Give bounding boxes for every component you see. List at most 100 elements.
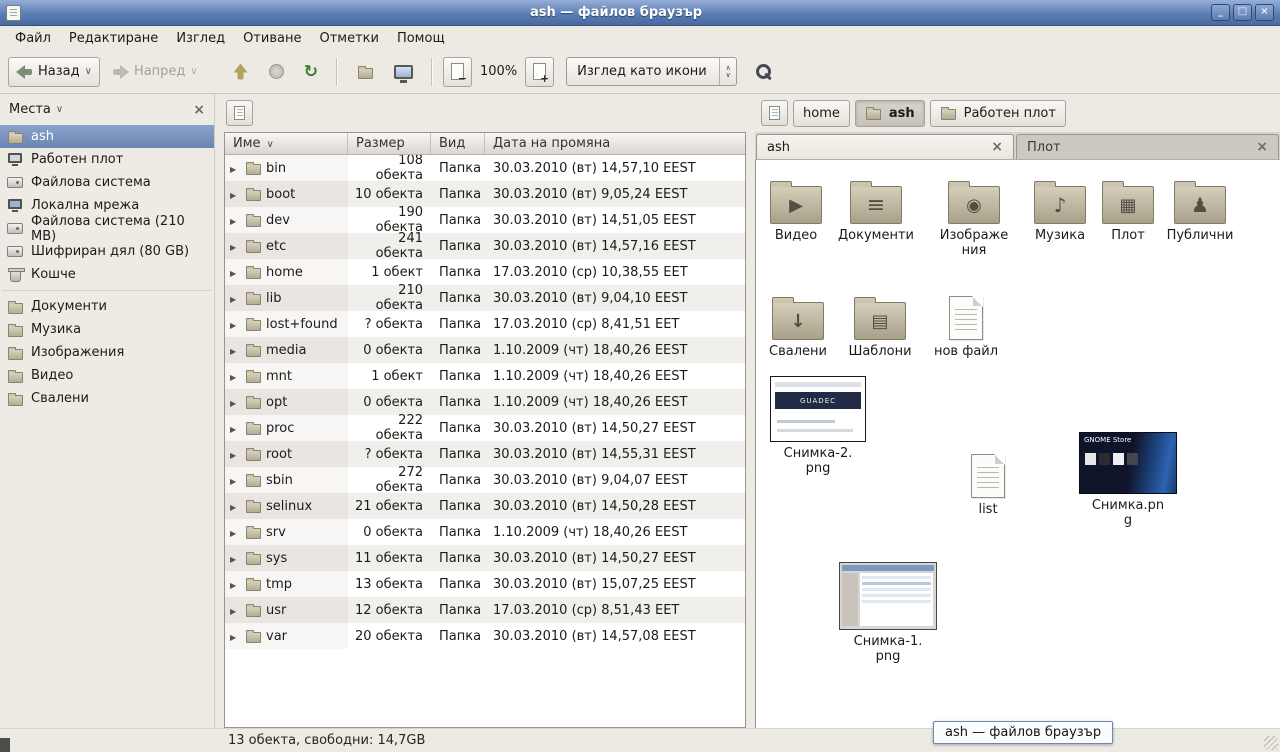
expander-icon[interactable] bbox=[230, 395, 240, 410]
sidebar-item-music[interactable]: Музика bbox=[0, 318, 214, 341]
grid-item-videos[interactable]: Видео bbox=[756, 172, 836, 243]
grid-item-templates[interactable]: Шаблони bbox=[840, 288, 920, 359]
zoom-in-button[interactable] bbox=[525, 57, 554, 87]
grid-item-public[interactable]: Публични bbox=[1160, 172, 1240, 243]
tab-plot[interactable]: Плот bbox=[1016, 134, 1279, 159]
sidebar-item-desktop[interactable]: Работен плот bbox=[0, 148, 214, 171]
table-row[interactable]: root ? обекта Папка 30.03.2010 (вт) 14,5… bbox=[225, 441, 745, 467]
expander-icon[interactable] bbox=[230, 473, 240, 488]
column-header-date[interactable]: Дата на промяна bbox=[485, 133, 745, 154]
tab-close-icon[interactable] bbox=[991, 141, 1003, 153]
expander-icon[interactable] bbox=[230, 317, 240, 332]
table-row[interactable]: bin 108 обекта Папка 30.03.2010 (вт) 14,… bbox=[225, 155, 745, 181]
expander-icon[interactable] bbox=[230, 291, 240, 306]
home-button[interactable] bbox=[348, 57, 382, 87]
sidebar-item-ash[interactable]: ash bbox=[0, 125, 214, 148]
expander-icon[interactable] bbox=[230, 421, 240, 436]
tab-close-icon[interactable] bbox=[1256, 141, 1268, 153]
sidebar-title[interactable]: Места bbox=[9, 102, 51, 117]
reload-button[interactable] bbox=[296, 57, 326, 87]
table-row[interactable]: media 0 обекта Папка 1.10.2009 (чт) 18,4… bbox=[225, 337, 745, 363]
expander-icon[interactable] bbox=[230, 343, 240, 358]
menu-view[interactable]: Изглед bbox=[167, 28, 234, 49]
view-mode-select[interactable]: Изглед като икони bbox=[566, 57, 737, 86]
table-row[interactable]: selinux 21 обекта Папка 30.03.2010 (вт) … bbox=[225, 493, 745, 519]
column-header-size[interactable]: Размер bbox=[348, 133, 431, 154]
table-row[interactable]: dev 190 обекта Папка 30.03.2010 (вт) 14,… bbox=[225, 207, 745, 233]
expander-icon[interactable] bbox=[230, 239, 240, 254]
sidebar-item-encrypted-80gb[interactable]: Шифриран дял (80 GB) bbox=[0, 240, 214, 263]
grid-item-downloads[interactable]: Свалени bbox=[758, 288, 838, 359]
grid-item-list[interactable]: list bbox=[948, 446, 1028, 517]
table-row[interactable]: proc 222 обекта Папка 30.03.2010 (вт) 14… bbox=[225, 415, 745, 441]
table-row[interactable]: var 20 обекта Папка 30.03.2010 (вт) 14,5… bbox=[225, 623, 745, 649]
expander-icon[interactable] bbox=[230, 187, 240, 202]
combo-spinner-icon[interactable] bbox=[719, 58, 736, 85]
sidebar-item-trash[interactable]: Кошче bbox=[0, 263, 214, 286]
toggle-location-bar-button[interactable] bbox=[226, 100, 253, 126]
tab-ash[interactable]: ash bbox=[756, 134, 1014, 159]
expander-icon[interactable] bbox=[230, 213, 240, 228]
expander-icon[interactable] bbox=[230, 161, 240, 176]
grid-item-desktop[interactable]: Плот bbox=[1088, 172, 1168, 243]
titlebar[interactable]: ash — файлов браузър bbox=[0, 0, 1280, 26]
minimize-button[interactable] bbox=[1211, 4, 1230, 21]
grid-item-new-file[interactable]: нов файл bbox=[926, 288, 1006, 359]
sidebar-close-icon[interactable] bbox=[193, 102, 205, 118]
sidebar-selector-icon[interactable] bbox=[56, 104, 63, 115]
toggle-location-bar-button[interactable] bbox=[761, 100, 788, 126]
menu-go[interactable]: Отиване bbox=[234, 28, 310, 49]
table-row[interactable]: sbin 272 обекта Папка 30.03.2010 (вт) 9,… bbox=[225, 467, 745, 493]
back-history-dropdown-icon[interactable] bbox=[85, 66, 92, 77]
menu-help[interactable]: Помощ bbox=[388, 28, 454, 49]
expander-icon[interactable] bbox=[230, 525, 240, 540]
back-button[interactable]: Назад bbox=[8, 57, 100, 87]
path-button-desktop[interactable]: Работен плот bbox=[930, 100, 1066, 127]
table-row[interactable]: lib 210 обекта Папка 30.03.2010 (вт) 9,0… bbox=[225, 285, 745, 311]
table-row[interactable]: sys 11 обекта Папка 30.03.2010 (вт) 14,5… bbox=[225, 545, 745, 571]
menu-file[interactable]: Файл bbox=[6, 28, 60, 49]
table-row[interactable]: usr 12 обекта Папка 17.03.2010 (ср) 8,51… bbox=[225, 597, 745, 623]
menu-edit[interactable]: Редактиране bbox=[60, 28, 167, 49]
stop-button[interactable] bbox=[261, 57, 292, 87]
sidebar-item-documents[interactable]: Документи bbox=[0, 295, 214, 318]
sidebar-item-pictures[interactable]: Изображения bbox=[0, 341, 214, 364]
path-button-home[interactable]: home bbox=[793, 100, 850, 127]
table-row[interactable]: mnt 1 обект Папка 1.10.2009 (чт) 18,40,2… bbox=[225, 363, 745, 389]
table-row[interactable]: lost+found ? обекта Папка 17.03.2010 (ср… bbox=[225, 311, 745, 337]
pane-splitter[interactable] bbox=[215, 94, 222, 728]
expander-icon[interactable] bbox=[230, 369, 240, 384]
sidebar-item-downloads[interactable]: Свалени bbox=[0, 387, 214, 410]
grid-item-snimka-png[interactable]: GNOME Store Снимка.png bbox=[1078, 432, 1178, 528]
expander-icon[interactable] bbox=[230, 447, 240, 462]
zoom-out-button[interactable] bbox=[443, 57, 472, 87]
table-row[interactable]: tmp 13 обекта Папка 30.03.2010 (вт) 15,0… bbox=[225, 571, 745, 597]
grid-item-snimka1-png[interactable]: Снимка-1.png bbox=[838, 562, 938, 664]
grid-item-pictures[interactable]: Изображения bbox=[934, 172, 1014, 258]
expander-icon[interactable] bbox=[230, 265, 240, 280]
search-button[interactable] bbox=[747, 57, 780, 87]
column-header-name[interactable]: Име bbox=[225, 133, 348, 154]
table-row[interactable]: srv 0 обекта Папка 1.10.2009 (чт) 18,40,… bbox=[225, 519, 745, 545]
table-row[interactable]: opt 0 обекта Папка 1.10.2009 (чт) 18,40,… bbox=[225, 389, 745, 415]
up-button[interactable] bbox=[224, 57, 257, 87]
sidebar-item-filesystem[interactable]: Файлова система bbox=[0, 171, 214, 194]
pane-splitter[interactable] bbox=[748, 94, 755, 728]
path-button-ash[interactable]: ash bbox=[855, 100, 925, 127]
sidebar-item-filesystem-210mb[interactable]: Файлова система (210 MB) bbox=[0, 217, 214, 240]
grid-item-documents[interactable]: Документи bbox=[836, 172, 916, 243]
column-header-type[interactable]: Вид bbox=[431, 133, 485, 154]
computer-button[interactable] bbox=[386, 57, 421, 87]
expander-icon[interactable] bbox=[230, 603, 240, 618]
sidebar-item-videos[interactable]: Видео bbox=[0, 364, 214, 387]
expander-icon[interactable] bbox=[230, 629, 240, 644]
expander-icon[interactable] bbox=[230, 551, 240, 566]
table-row[interactable]: boot 10 обекта Папка 30.03.2010 (вт) 9,0… bbox=[225, 181, 745, 207]
expander-icon[interactable] bbox=[230, 577, 240, 592]
forward-button[interactable]: Напред bbox=[104, 57, 206, 87]
maximize-button[interactable] bbox=[1233, 4, 1252, 21]
close-button[interactable] bbox=[1255, 4, 1274, 21]
grid-item-snimka2-png[interactable]: GUADEC Снимка-2.png bbox=[768, 376, 868, 476]
table-row[interactable]: home 1 обект Папка 17.03.2010 (ср) 10,38… bbox=[225, 259, 745, 285]
icon-view-canvas[interactable]: Видео Документи Изображения Музика Плот bbox=[755, 160, 1280, 728]
